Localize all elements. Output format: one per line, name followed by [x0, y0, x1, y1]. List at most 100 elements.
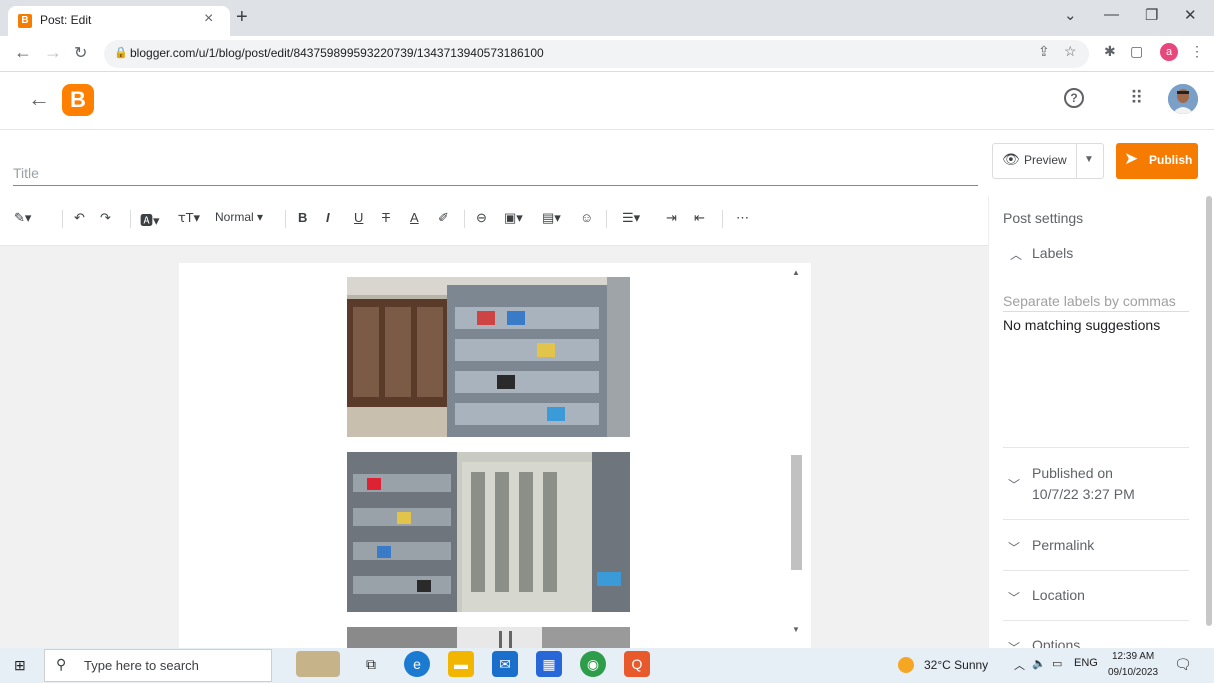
preview-divider — [1076, 143, 1077, 179]
url-text[interactable]: blogger.com/u/1/blog/post/edit/843759899… — [130, 46, 544, 60]
chevron-down-icon[interactable]: ﹀ — [1008, 539, 1020, 556]
share-icon[interactable]: ⇪ — [1038, 43, 1050, 60]
bookmark-star-icon[interactable]: ☆ — [1064, 43, 1077, 60]
file-explorer-icon[interactable]: ▬ — [448, 651, 474, 677]
post-settings-heading: Post settings — [1003, 210, 1084, 226]
store-icon[interactable]: ▦ — [536, 651, 562, 677]
library-photo-2[interactable] — [347, 452, 630, 612]
indent-icon[interactable]: ⇥ — [666, 210, 677, 226]
scroll-down-icon[interactable]: ▼ — [792, 625, 800, 634]
toolbar-divider — [464, 210, 465, 228]
apps-grid-icon[interactable]: ⠿ — [1130, 88, 1143, 109]
post-settings-panel — [988, 196, 1214, 648]
blogger-logo-icon[interactable]: B — [62, 84, 94, 116]
language-indicator[interactable]: ENG — [1074, 657, 1098, 669]
emoji-icon[interactable]: ☺ — [580, 210, 593, 225]
windows-start-icon[interactable]: ⊞ — [14, 657, 26, 674]
extensions-icon[interactable]: ✱ — [1104, 43, 1116, 60]
section-divider — [1003, 570, 1189, 571]
undo-icon[interactable]: ↶ — [74, 210, 85, 226]
edge-icon[interactable]: e — [404, 651, 430, 677]
permalink-section[interactable]: Permalink — [1032, 537, 1094, 553]
tab-close-icon[interactable]: × — [204, 10, 213, 28]
clock-time[interactable]: 12:39 AM — [1112, 651, 1154, 662]
forward-icon[interactable]: → — [44, 42, 62, 63]
no-suggestions-text: No matching suggestions — [1003, 317, 1161, 333]
eye-icon: 👁 — [1002, 151, 1020, 167]
italic-icon[interactable]: I — [326, 210, 330, 225]
insert-image-icon[interactable]: ▣▾ — [504, 210, 523, 226]
help-icon[interactable]: ? — [1064, 88, 1084, 108]
section-divider — [1003, 447, 1189, 448]
reload-icon[interactable]: ↻ — [74, 43, 87, 63]
user-avatar[interactable] — [1168, 84, 1198, 114]
highlight-icon[interactable]: ✐ — [438, 210, 449, 226]
mail-icon[interactable]: ✉ — [492, 651, 518, 677]
clock-date[interactable]: 09/10/2023 — [1108, 667, 1158, 678]
side-panel-icon[interactable]: ▢ — [1130, 43, 1143, 60]
scroll-up-icon[interactable]: ▲ — [792, 268, 800, 277]
chevron-up-icon[interactable]: ︿ — [1010, 246, 1022, 263]
toolbar-divider — [722, 210, 723, 228]
bold-icon[interactable]: B — [298, 210, 307, 225]
link-icon[interactable]: ⊖ — [476, 210, 487, 226]
blogger-favicon-icon: B — [18, 14, 32, 28]
tab-title: Post: Edit — [40, 13, 92, 27]
weather-sun-icon[interactable] — [898, 657, 914, 673]
preview-label[interactable]: Preview — [1024, 153, 1067, 167]
toolbar-divider — [606, 210, 607, 228]
section-divider — [1003, 620, 1189, 621]
underline-icon[interactable]: U — [354, 210, 363, 225]
tab-search-icon[interactable]: ⌄ — [1064, 6, 1077, 24]
publish-label[interactable]: Publish — [1149, 153, 1192, 167]
chrome-menu-icon[interactable]: ⋮ — [1190, 43, 1204, 60]
close-window-button[interactable]: ✕ — [1184, 6, 1197, 24]
more-icon[interactable]: ⋯ — [736, 210, 749, 226]
insert-video-icon[interactable]: ▤▾ — [542, 210, 561, 226]
browser-tab[interactable]: B Post: Edit × — [8, 6, 230, 36]
outdent-icon[interactable]: ⇤ — [694, 210, 705, 226]
compose-mode-icon[interactable]: ✎▾ — [14, 210, 31, 226]
chevron-down-icon[interactable]: ﹀ — [1008, 589, 1020, 606]
lock-icon[interactable]: 🔒 — [114, 46, 128, 59]
post-title-input[interactable] — [13, 160, 978, 186]
back-arrow-icon[interactable]: ← — [28, 86, 50, 112]
toolbar-divider — [130, 210, 131, 228]
library-photo-3[interactable] — [347, 627, 630, 648]
section-divider — [1003, 519, 1189, 520]
labels-heading[interactable]: Labels — [1032, 245, 1073, 261]
chevron-down-icon[interactable]: ﹀ — [1008, 476, 1020, 493]
new-tab-button[interactable]: + — [236, 6, 248, 29]
toolbar-divider — [285, 210, 286, 228]
text-color-icon[interactable]: A — [410, 210, 419, 225]
notifications-icon[interactable]: 🗨 — [1174, 656, 1192, 673]
taskbar-search-placeholder[interactable]: Type here to search — [84, 658, 199, 673]
search-icon: ⚲ — [56, 656, 67, 672]
profile-avatar[interactable]: a — [1160, 43, 1178, 61]
volume-muted-icon[interactable]: 🔈 — [1032, 657, 1046, 670]
preview-dropdown-icon[interactable]: ▼ — [1084, 154, 1094, 165]
taskbar-widget-image[interactable] — [296, 651, 340, 677]
restore-button[interactable]: ❐ — [1145, 6, 1158, 24]
minimize-button[interactable]: — — [1104, 6, 1119, 23]
weather-text[interactable]: 32°C Sunny — [924, 658, 988, 672]
align-icon[interactable]: ☰▾ — [622, 210, 640, 226]
published-on-value[interactable]: 10/7/22 3:27 PM — [1032, 486, 1135, 502]
network-icon[interactable]: ▭ — [1052, 657, 1062, 670]
strikethrough-icon[interactable]: T — [382, 210, 390, 225]
library-photo-1[interactable] — [347, 277, 630, 437]
task-view-icon[interactable]: ⧉ — [358, 651, 384, 677]
quick-heal-icon[interactable]: Q — [624, 651, 650, 677]
paragraph-style-dropdown[interactable]: Normal ▾ — [215, 210, 263, 224]
settings-scrollbar[interactable] — [1206, 196, 1212, 626]
published-on-label[interactable]: Published on — [1032, 465, 1113, 481]
redo-icon[interactable]: ↷ — [100, 210, 111, 226]
labels-input[interactable] — [1003, 290, 1189, 312]
chrome-icon[interactable]: ◉ — [580, 651, 606, 677]
font-icon[interactable]: 🅰▾ — [140, 210, 160, 229]
location-section[interactable]: Location — [1032, 587, 1085, 603]
tray-overflow-icon[interactable]: ︿ — [1014, 657, 1025, 673]
editor-scroll-thumb[interactable] — [791, 455, 802, 570]
back-icon[interactable]: ← — [14, 42, 32, 63]
font-size-icon[interactable]: ꚍT▾ — [178, 210, 200, 226]
